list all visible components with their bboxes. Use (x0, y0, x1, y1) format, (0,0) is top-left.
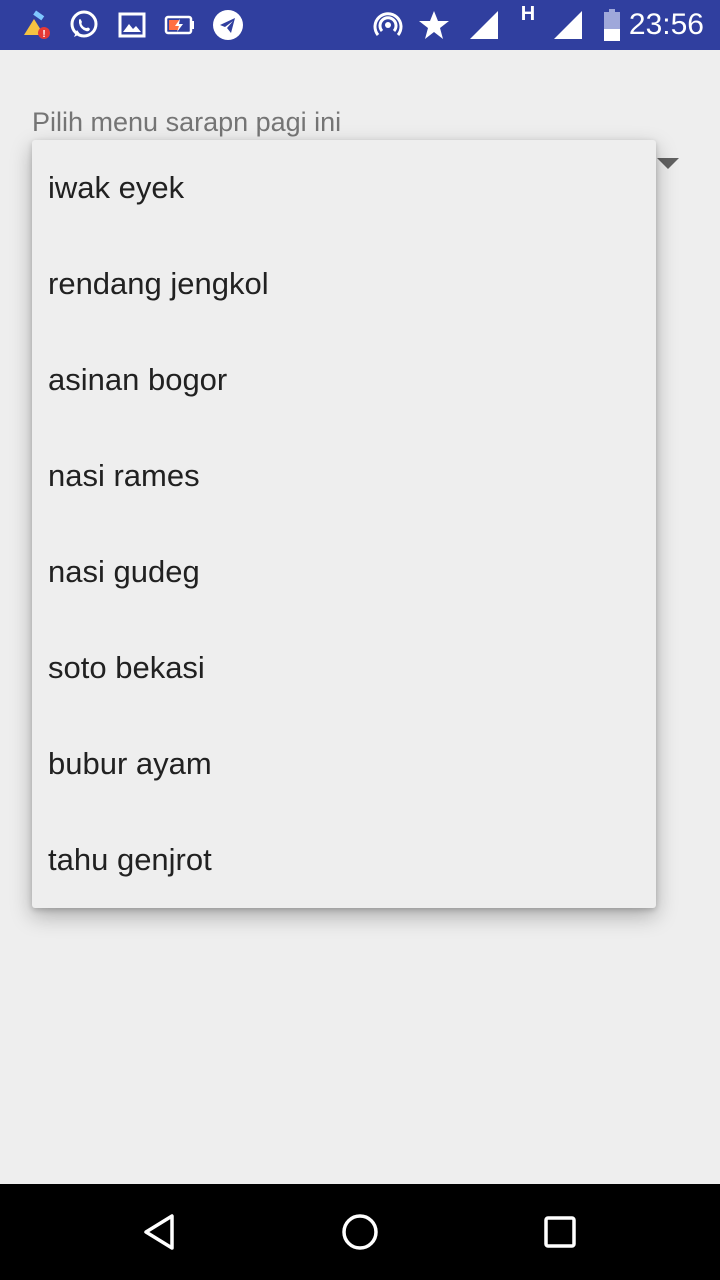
battery-saver-icon (164, 9, 196, 41)
gallery-icon (116, 9, 148, 41)
hotspot-icon (372, 9, 404, 41)
clock: 23:56 (628, 8, 704, 41)
status-bar: ! H 23:56 (0, 0, 720, 50)
recents-icon[interactable] (536, 1208, 584, 1256)
list-item[interactable]: soto bekasi (32, 620, 656, 716)
back-icon[interactable] (136, 1208, 184, 1256)
cleaner-icon: ! (20, 9, 52, 41)
spinner-label: Pilih menu sarapn pagi ini (32, 107, 342, 137)
signal-icon (468, 9, 500, 41)
app-content: Pilih menu sarapn pagi ini iwak eyek ren… (0, 50, 720, 1184)
list-item[interactable]: rendang jengkol (32, 236, 656, 332)
list-item[interactable]: tahu genjrot (32, 812, 656, 908)
home-icon[interactable] (336, 1208, 384, 1256)
dropdown-menu: iwak eyek rendang jengkol asinan bogor n… (32, 140, 656, 908)
list-item[interactable]: asinan bogor (32, 332, 656, 428)
list-item[interactable]: iwak eyek (32, 140, 656, 236)
svg-text:!: ! (42, 29, 45, 40)
battery-icon (596, 9, 628, 41)
network-type-label: H (520, 2, 536, 25)
list-item[interactable]: nasi rames (32, 428, 656, 524)
star-icon (418, 9, 450, 41)
whatsapp-icon (68, 9, 100, 41)
chevron-down-icon[interactable] (657, 158, 679, 169)
telegram-icon (212, 9, 244, 41)
list-item[interactable]: nasi gudeg (32, 524, 656, 620)
signal-icon (552, 9, 584, 41)
list-item[interactable]: bubur ayam (32, 716, 656, 812)
navigation-bar (0, 1184, 720, 1280)
